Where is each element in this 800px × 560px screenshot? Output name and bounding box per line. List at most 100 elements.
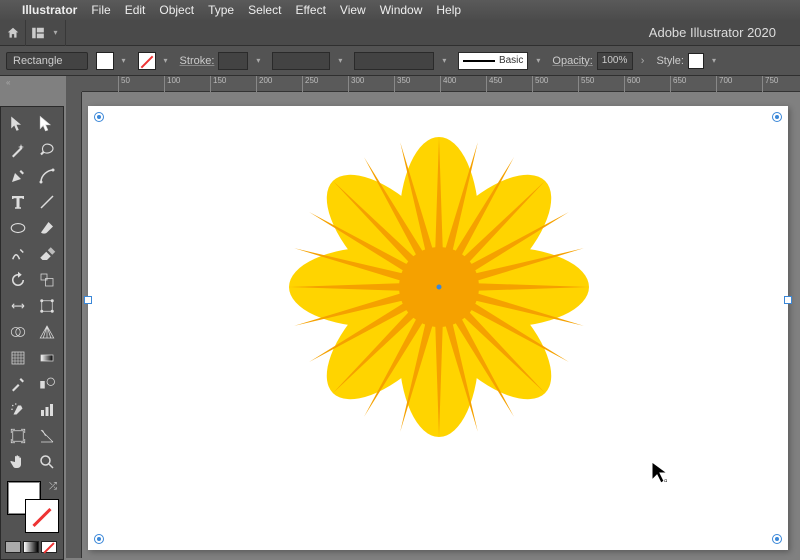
fill-control[interactable]: ▾ <box>96 52 130 70</box>
symbol-sprayer-tool[interactable] <box>4 398 31 422</box>
selection-tool-icon <box>9 115 27 133</box>
stroke-swatch-none[interactable] <box>138 52 156 70</box>
paintbrush-tool[interactable] <box>33 216 60 240</box>
brush-definition[interactable] <box>354 52 434 70</box>
scale-tool[interactable] <box>33 268 60 292</box>
menu-window[interactable]: Window <box>380 3 423 17</box>
artboard-tool[interactable] <box>4 424 31 448</box>
line-segment-tool[interactable] <box>33 190 60 214</box>
hand-tool-icon <box>9 453 27 471</box>
ruler-tick: 50 <box>118 76 130 92</box>
menu-object[interactable]: Object <box>159 3 194 17</box>
rotate-tool[interactable] <box>4 268 31 292</box>
selection-handle-l[interactable] <box>84 296 92 304</box>
brush-definition-control[interactable]: ▾ <box>354 52 450 70</box>
shape-builder-tool[interactable] <box>4 320 31 344</box>
free-transform-tool[interactable] <box>33 294 60 318</box>
menu-edit[interactable]: Edit <box>125 3 146 17</box>
perspective-grid-tool-icon <box>38 323 56 341</box>
shaper-tool[interactable] <box>4 242 31 266</box>
chevron-down-icon: ▾ <box>334 52 346 70</box>
gradient-tool[interactable] <box>33 346 60 370</box>
selection-handle-br[interactable] <box>772 534 782 544</box>
line-segment-tool-icon <box>38 193 56 211</box>
symbol-sprayer-tool-icon <box>9 401 27 419</box>
perspective-grid-tool[interactable] <box>33 320 60 344</box>
ruler-origin[interactable] <box>66 76 82 92</box>
slice-tool[interactable] <box>33 424 60 448</box>
color-mode-solid[interactable] <box>5 541 21 553</box>
direct-selection-tool[interactable] <box>33 112 60 136</box>
selection-handle-r[interactable] <box>784 296 792 304</box>
menu-file[interactable]: File <box>91 3 110 17</box>
free-transform-tool-icon <box>38 297 56 315</box>
opacity-value[interactable]: 100% <box>597 52 633 70</box>
chevron-down-icon: ▾ <box>252 52 264 70</box>
stroke-weight-input[interactable] <box>218 52 248 70</box>
app-title: Adobe Illustrator 2020 <box>0 25 800 40</box>
color-mode-none[interactable] <box>41 541 57 553</box>
style-swatch[interactable] <box>688 53 704 69</box>
variable-width-profile[interactable] <box>272 52 330 70</box>
fill-stroke-indicator[interactable]: ⤮ <box>5 481 61 533</box>
zoom-tool[interactable] <box>33 450 60 474</box>
ruler-tick: 400 <box>440 76 456 92</box>
color-mode-gradient[interactable] <box>23 541 39 553</box>
tab-scroll-indicator: « <box>6 78 10 87</box>
blend-tool-icon <box>38 375 56 393</box>
ruler-tick: 650 <box>670 76 686 92</box>
bounding-box-icon: ▫ <box>664 476 668 487</box>
selection-tool[interactable] <box>4 112 31 136</box>
ruler-tick: 150 <box>210 76 226 92</box>
eyedropper-tool[interactable] <box>4 372 31 396</box>
scale-tool-icon <box>38 271 56 289</box>
width-tool[interactable] <box>4 294 31 318</box>
opacity-control[interactable]: Opacity: 100% › <box>552 52 648 70</box>
column-graph-tool[interactable] <box>33 398 60 422</box>
blend-tool[interactable] <box>33 372 60 396</box>
ruler-tick: 700 <box>716 76 732 92</box>
selection-handle-bl[interactable] <box>94 534 104 544</box>
lasso-tool[interactable] <box>33 138 60 162</box>
canvas[interactable]: ▫ <box>82 92 800 558</box>
artboard-tool-icon <box>9 427 27 445</box>
stroke-profile-control[interactable]: ▾ <box>272 52 346 70</box>
column-graph-tool-icon <box>38 401 56 419</box>
menu-type[interactable]: Type <box>208 3 234 17</box>
menu-help[interactable]: Help <box>436 3 461 17</box>
eraser-tool[interactable] <box>33 242 60 266</box>
direct-selection-tool-icon <box>38 115 56 133</box>
hand-tool[interactable] <box>4 450 31 474</box>
ruler-tick: 600 <box>624 76 640 92</box>
center-anchor-point[interactable] <box>437 285 442 290</box>
ruler-tick: 450 <box>486 76 502 92</box>
vertical-ruler[interactable] <box>66 92 82 558</box>
stroke-weight-control[interactable]: Stroke: ▾ <box>180 52 265 70</box>
ruler-tick: 250 <box>302 76 318 92</box>
ellipse-tool[interactable] <box>4 216 31 240</box>
swap-fill-stroke-icon[interactable]: ⤮ <box>49 481 57 492</box>
artboard[interactable]: ▫ <box>88 106 788 550</box>
magic-wand-tool[interactable] <box>4 138 31 162</box>
selection-cursor: ▫ <box>650 460 674 484</box>
mesh-tool[interactable] <box>4 346 31 370</box>
stroke-indicator[interactable] <box>25 499 59 533</box>
menu-select[interactable]: Select <box>248 3 281 17</box>
stroke-control[interactable]: ▾ <box>138 52 172 70</box>
stroke-profile-basic[interactable]: Basic <box>458 52 528 70</box>
menu-view[interactable]: View <box>340 3 366 17</box>
stroke-basic-control[interactable]: Basic ▾ <box>458 52 544 70</box>
pen-tool[interactable] <box>4 164 31 188</box>
graphic-style-control[interactable]: Style: ▾ <box>656 52 720 70</box>
selection-handle-tl[interactable] <box>94 112 104 122</box>
type-tool[interactable] <box>4 190 31 214</box>
curvature-tool[interactable] <box>33 164 60 188</box>
selection-handle-tr[interactable] <box>772 112 782 122</box>
flower-artwork[interactable] <box>294 142 584 432</box>
rotate-tool-icon <box>9 271 27 289</box>
menu-effect[interactable]: Effect <box>295 3 325 17</box>
selection-type-dropdown[interactable]: Rectangle <box>6 52 88 70</box>
horizontal-ruler[interactable]: 0 50 100 150 200 250 300 350 400 450 500… <box>66 76 800 92</box>
menu-illustrator[interactable]: Illustrator <box>22 3 77 17</box>
fill-swatch[interactable] <box>96 52 114 70</box>
